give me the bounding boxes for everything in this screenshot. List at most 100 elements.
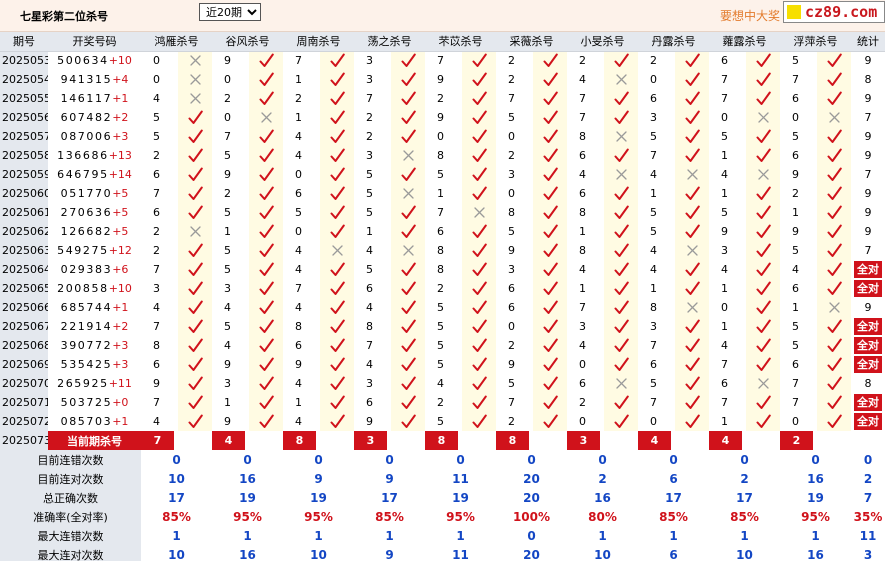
check-icon [472, 148, 487, 162]
result-mark-cell [178, 355, 212, 374]
check-icon [401, 224, 416, 238]
stat-value: 9 [864, 301, 872, 314]
check-icon [756, 319, 771, 333]
kill-number: 7 [496, 393, 533, 412]
all-correct-badge: 全对 [854, 337, 882, 354]
winning-number-cell: 535425+3 [48, 355, 141, 374]
period-select[interactable]: 近20期 [199, 3, 261, 21]
check-icon [188, 281, 203, 295]
summary-value: 11 [425, 469, 496, 488]
kill-number: 4 [212, 336, 249, 355]
issue-cell: 2025068 [0, 336, 48, 355]
kill-number: 7 [638, 146, 675, 165]
issue-cell: 2025067 [0, 317, 48, 336]
summary-value: 17 [638, 488, 709, 507]
kill-number: 4 [567, 260, 604, 279]
check-icon [543, 338, 558, 352]
summary-value: 1 [283, 526, 354, 545]
result-mark-cell [462, 412, 496, 431]
check-icon [188, 262, 203, 276]
kill-number: 7 [425, 51, 462, 70]
logo-square-icon [787, 5, 801, 19]
stat-value: 7 [864, 111, 872, 124]
result-mark-cell [746, 127, 780, 146]
kill-number: 7 [709, 355, 746, 374]
result-mark-cell [249, 51, 283, 70]
kill-number: 2 [780, 184, 817, 203]
check-icon [756, 53, 771, 68]
result-mark-cell [817, 393, 851, 412]
cross-icon [473, 207, 485, 218]
kill-number: 2 [496, 51, 533, 70]
kill-number: 9 [425, 70, 462, 89]
check-icon [685, 53, 700, 68]
kill-number: 5 [283, 203, 320, 222]
check-icon [259, 319, 274, 333]
kill-number: 6 [141, 355, 178, 374]
kill-number: 6 [496, 298, 533, 317]
winning-number-cell: 685744+1 [48, 298, 141, 317]
result-mark-cell [249, 260, 283, 279]
result-mark-cell [675, 184, 709, 203]
kill-number: 4 [283, 298, 320, 317]
stat-value: 9 [864, 206, 872, 219]
winning-number-cell: 607482+2 [48, 108, 141, 127]
summary-row: 最大连错次数 1 1 1 1 1 0 1 1 1 1 11 [0, 526, 885, 545]
result-mark-cell [178, 108, 212, 127]
check-icon [827, 224, 842, 238]
result-mark-cell [533, 146, 567, 165]
kill-number: 7 [354, 89, 391, 108]
kill-number: 4 [283, 374, 320, 393]
winning-number-cell: 029383+6 [48, 260, 141, 279]
kill-number: 2 [212, 184, 249, 203]
kill-number: 0 [780, 108, 817, 127]
check-icon [614, 224, 629, 238]
check-icon [472, 53, 487, 68]
check-icon [259, 205, 274, 219]
kill-number: 8 [283, 317, 320, 336]
check-icon [543, 224, 558, 238]
result-mark-cell [604, 374, 638, 393]
result-mark-cell [817, 374, 851, 393]
result-mark-cell [533, 203, 567, 222]
check-icon [827, 91, 842, 105]
summary-value: 9 [354, 469, 425, 488]
col-header-expert: 蕹露杀号 [709, 32, 780, 52]
kill-number: 4 [709, 336, 746, 355]
result-mark-cell [533, 165, 567, 184]
check-icon [756, 129, 771, 143]
result-mark-cell [178, 70, 212, 89]
kill-number: 2 [141, 241, 178, 260]
kill-number: 5 [638, 374, 675, 393]
kill-number: 7 [780, 393, 817, 412]
check-icon [614, 414, 629, 428]
check-icon [401, 72, 416, 86]
check-icon [472, 224, 487, 238]
kill-number: 6 [780, 279, 817, 298]
summary-label: 总正确次数 [0, 488, 141, 507]
kill-number: 6 [354, 279, 391, 298]
table-body: 2025053 500634+10 0 9 7 3 7 2 2 2 6 5 9 2025054 941315… [0, 51, 885, 561]
check-icon [188, 167, 203, 181]
summary-value: 1 [141, 526, 212, 545]
cross-icon [189, 226, 201, 237]
kill-number: 2 [567, 51, 604, 70]
kill-number: 6 [141, 165, 178, 184]
bonus-number: +5 [112, 206, 129, 219]
winning-number: 549275 [57, 244, 109, 257]
result-mark-cell [675, 127, 709, 146]
kill-number: 5 [354, 260, 391, 279]
result-mark-cell [391, 336, 425, 355]
winning-number-cell: 136686+13 [48, 146, 141, 165]
kill-number: 2 [354, 108, 391, 127]
kill-number: 0 [780, 412, 817, 431]
site-logo[interactable]: cz89.com [783, 1, 885, 23]
result-mark-cell [746, 241, 780, 260]
result-mark-cell [604, 203, 638, 222]
kill-table: 期号 开奖号码 鸿雁杀号 谷风杀号 周南杀号 荡之杀号 芣苡杀号 采薇杀号 小旻杀号 丹露杀号 蕹露… [0, 32, 885, 561]
kill-number: 8 [496, 203, 533, 222]
result-mark-cell [817, 108, 851, 127]
check-icon [472, 338, 487, 352]
check-icon [614, 243, 629, 257]
kill-number: 2 [638, 51, 675, 70]
